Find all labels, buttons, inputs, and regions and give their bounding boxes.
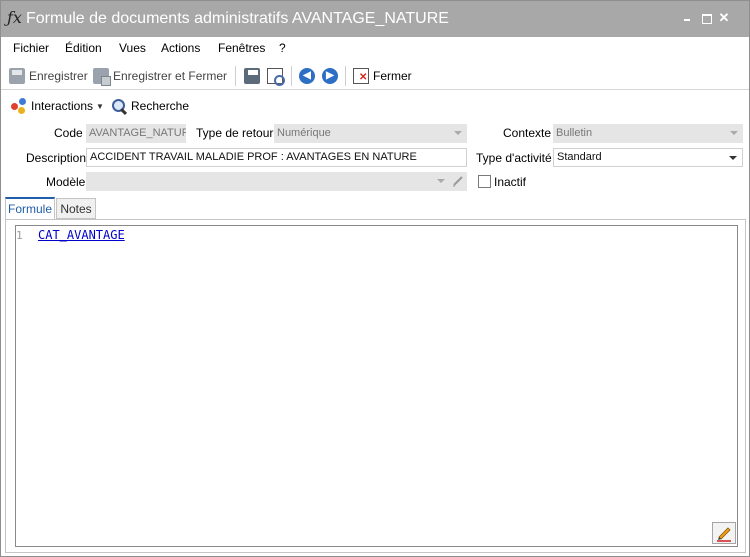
menu-vues[interactable]: Vues	[119, 41, 146, 55]
toolbar-divider	[345, 66, 346, 86]
context-select[interactable]: Bulletin	[553, 124, 743, 143]
inactive-checkbox[interactable]	[478, 175, 491, 188]
formula-panel: 1 CAT_AVANTAGE	[5, 219, 746, 553]
model-select[interactable]	[86, 172, 467, 191]
save-icon	[9, 68, 25, 84]
interactions-label: Interactions	[31, 99, 94, 113]
code-value: AVANTAGE_NATUR	[89, 127, 186, 139]
maximize-icon[interactable]	[699, 11, 713, 25]
code-editor[interactable]: 1 CAT_AVANTAGE	[15, 225, 738, 547]
return-type-label: Type de retour	[196, 126, 274, 140]
pencil-icon[interactable]	[451, 174, 465, 188]
context-label: Contexte	[503, 126, 552, 140]
description-label: Description	[26, 151, 87, 165]
arrow-right-icon: ▶	[322, 68, 338, 84]
app-window: ƒx Formule de documents administratifs A…	[0, 0, 750, 557]
interactions-dropdown[interactable]: Interactions ▼	[11, 96, 104, 116]
printer-icon	[244, 68, 260, 84]
secondary-toolbar: Interactions ▼ Recherche	[1, 91, 749, 119]
code-text[interactable]: CAT_AVANTAGE	[38, 228, 125, 242]
window-title: Formule de documents administratifs AVAN…	[26, 10, 449, 27]
menu-actions[interactable]: Actions	[161, 41, 200, 55]
next-button[interactable]: ▶	[322, 66, 338, 86]
chevron-down-icon	[437, 179, 445, 183]
formula-form: Code AVANTAGE_NATUR Type de retour Numér…	[1, 119, 749, 195]
print-button[interactable]	[244, 66, 260, 86]
search-label: Recherche	[131, 99, 190, 113]
interactions-dot-red	[11, 103, 18, 110]
chevron-down-icon	[729, 156, 737, 160]
code-field[interactable]: AVANTAGE_NATUR	[86, 124, 186, 143]
arrow-left-icon: ◀	[299, 68, 315, 84]
edit-button[interactable]	[712, 522, 736, 544]
model-label: Modèle	[46, 175, 86, 189]
save-label: Enregistrer	[29, 69, 88, 83]
search-icon	[111, 98, 127, 114]
main-toolbar: Enregistrer Enregistrer et Fermer ◀ ▶ Fe…	[1, 61, 749, 90]
print-preview-icon	[267, 68, 285, 86]
menu-edition[interactable]: Édition	[65, 41, 102, 55]
menu-fichier[interactable]: Fichier	[13, 41, 49, 55]
tab-notes[interactable]: Notes	[56, 198, 96, 219]
interactions-dot-blue	[19, 98, 26, 105]
chevron-down-icon	[454, 131, 462, 135]
tab-formule[interactable]: Formule	[5, 197, 55, 219]
previous-button[interactable]: ◀	[299, 66, 315, 86]
menu-fenetres[interactable]: Fenêtres	[218, 41, 265, 55]
formula-icon: ƒx	[7, 8, 22, 27]
context-value: Bulletin	[556, 127, 593, 139]
save-close-icon	[93, 68, 111, 86]
save-button[interactable]: Enregistrer	[9, 66, 88, 86]
return-type-select[interactable]: Numérique	[274, 124, 467, 143]
close-document-icon	[353, 68, 369, 84]
inactive-label: Inactif	[494, 175, 527, 189]
minimize-icon[interactable]	[680, 11, 694, 25]
close-button[interactable]: Fermer	[353, 66, 412, 86]
close-label: Fermer	[373, 69, 412, 83]
return-type-value: Numérique	[277, 127, 331, 139]
title-bar[interactable]: ƒx Formule de documents administratifs A…	[1, 1, 749, 37]
interactions-icon	[11, 98, 27, 114]
menu-help[interactable]: ?	[279, 41, 286, 55]
interactions-dot-yellow	[18, 107, 25, 114]
print-preview-button[interactable]	[267, 66, 285, 86]
menu-bar: Fichier Édition Vues Actions Fenêtres ?	[1, 37, 749, 61]
description-value: ACCIDENT TRAVAIL MALADIE PROF : AVANTAGE…	[90, 151, 417, 163]
save-and-close-button[interactable]: Enregistrer et Fermer	[93, 66, 227, 86]
search-button[interactable]: Recherche	[111, 96, 189, 116]
activity-type-select[interactable]: Standard	[553, 148, 743, 167]
toolbar-divider	[291, 66, 292, 86]
toolbar-divider	[235, 66, 236, 86]
chevron-down-icon	[730, 131, 738, 135]
save-close-label: Enregistrer et Fermer	[113, 69, 228, 83]
pencil-icon	[717, 527, 731, 542]
description-field[interactable]: ACCIDENT TRAVAIL MALADIE PROF : AVANTAGE…	[86, 148, 467, 167]
close-icon[interactable]: ✕	[717, 11, 731, 25]
activity-type-label: Type d'activité	[476, 151, 552, 165]
line-number: 1	[16, 229, 23, 242]
activity-type-value: Standard	[557, 151, 602, 163]
code-label: Code	[54, 126, 83, 140]
chevron-down-icon: ▼	[96, 101, 104, 111]
